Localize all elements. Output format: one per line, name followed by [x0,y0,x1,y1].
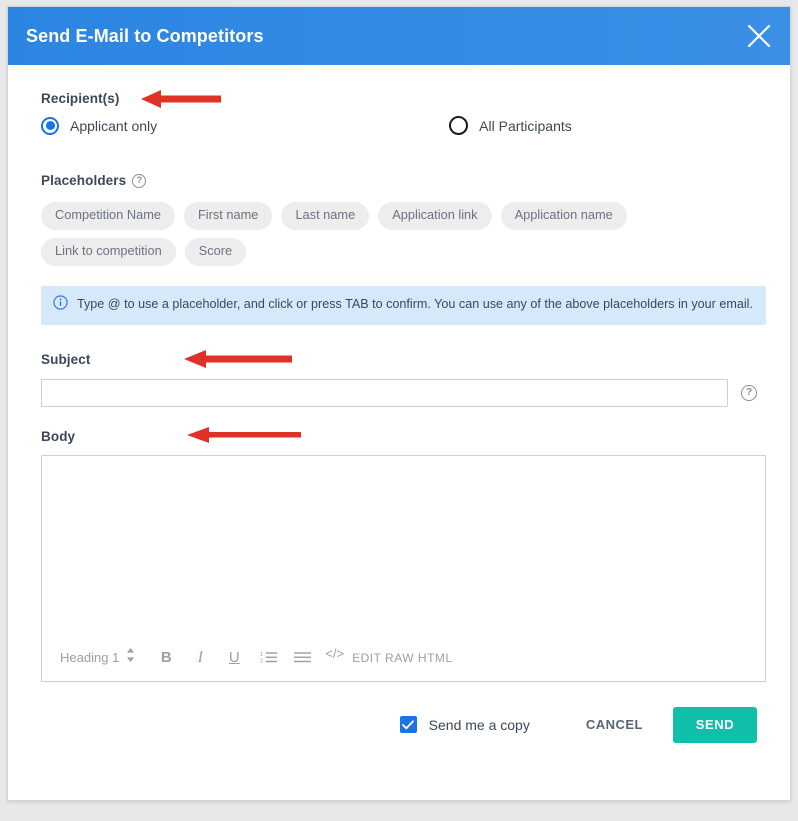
placeholder-chip[interactable]: Last name [281,202,370,230]
radio-unselected-icon [449,116,469,135]
body-editor: Heading 1 B I U 1 2 </> EDIT RAW HTML [41,454,766,682]
placeholder-chip[interactable]: Competition Name [41,202,175,230]
body-arrow [187,426,301,449]
bold-button[interactable]: B [149,643,183,673]
recipients-label: Recipient(s) [41,91,120,106]
close-icon[interactable] [742,19,776,53]
body-section: Body Heading 1 B I U 1 2 </> EDIT RAW HT… [41,426,766,682]
placeholders-label-row: Placeholders ? [41,173,757,188]
placeholder-chip[interactable]: Score [184,237,247,266]
radio-all-participants-label: All Participants [479,117,572,134]
up-down-arrows-icon [126,648,135,667]
underline-button[interactable]: U [217,643,251,673]
recipients-label-row: Recipient(s) [41,90,757,108]
placeholder-chip[interactable]: First name [183,202,273,230]
italic-button[interactable]: I [183,643,217,673]
unordered-list-button[interactable] [285,643,319,673]
code-icon[interactable]: </> [325,646,344,661]
radio-applicant-only-label: Applicant only [70,117,158,134]
subject-arrow [184,349,292,373]
recipients-arrow [141,90,221,113]
ordered-list-button[interactable]: 1 2 [251,643,285,673]
svg-text:2: 2 [260,659,263,665]
heading-style-value: Heading 1 [60,650,120,666]
body-textarea[interactable] [42,456,765,635]
svg-text:1: 1 [260,652,263,658]
cancel-button[interactable]: CANCEL [572,707,657,742]
dialog-footer: Send me a copy CANCEL SEND [8,706,790,743]
info-banner-text: Type @ to use a placeholder, and click o… [77,297,753,312]
placeholder-chip[interactable]: Link to competition [41,237,176,266]
placeholders-section: Placeholders ? Competition Name First na… [41,173,757,266]
send-me-a-copy-label: Send me a copy [428,716,530,733]
subject-input[interactable] [41,378,729,407]
help-circle-icon[interactable]: ? [132,173,147,188]
heading-style-select[interactable]: Heading 1 [60,648,135,667]
editor-toolbar: Heading 1 B I U 1 2 </> EDIT RAW HTML [42,635,765,681]
send-me-a-copy-checkbox[interactable]: Send me a copy [399,716,530,734]
info-circle-icon [53,294,68,315]
recipients-section: Recipient(s) Applicant only All Particip… [41,90,757,135]
subject-section: Subject ? [41,349,757,407]
body-label: Body [41,428,76,444]
edit-raw-html-button[interactable]: EDIT RAW HTML [352,651,453,665]
dialog-content: Recipient(s) Applicant only All Particip… [8,65,790,682]
placeholder-chip[interactable]: Application name [500,202,627,230]
dialog-title: Send E-Mail to Competitors [26,25,264,46]
radio-applicant-only[interactable]: Applicant only [41,116,158,135]
dialog-header: Send E-Mail to Competitors [8,7,790,65]
info-banner: Type @ to use a placeholder, and click o… [41,285,766,325]
body-label-row: Body [41,426,757,444]
subject-label-row: Subject [41,349,757,368]
send-email-dialog: Send E-Mail to Competitors Recipient(s) [7,6,791,801]
subject-input-row: ? [41,378,757,407]
radio-all-participants[interactable]: All Participants [449,116,572,135]
checkbox-checked-icon [399,716,417,734]
subject-help-circle-icon[interactable]: ? [741,384,757,401]
radio-selected-icon [41,116,59,135]
send-button[interactable]: SEND [673,706,757,743]
recipients-radio-group: Applicant only All Participants [41,116,757,135]
placeholders-label: Placeholders [41,173,127,188]
subject-label: Subject [41,351,91,367]
placeholder-chip[interactable]: Application link [378,202,492,230]
placeholder-chip-list: Competition Name First name Last name Ap… [41,202,757,266]
